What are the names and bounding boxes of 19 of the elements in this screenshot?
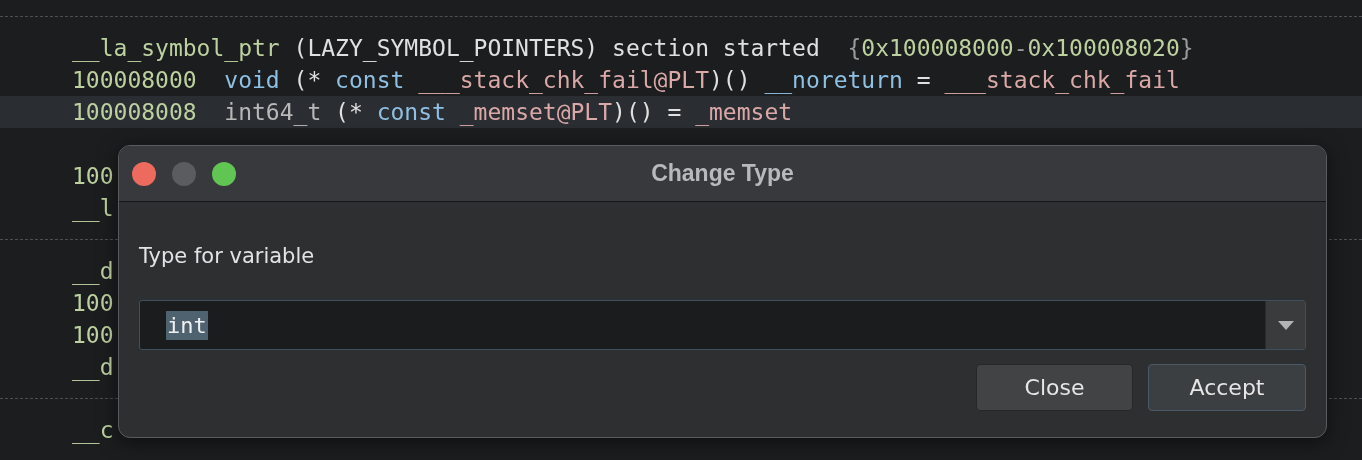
code-line: __d xyxy=(72,354,114,380)
zoom-window-icon[interactable] xyxy=(212,161,236,186)
code-line: 100 xyxy=(72,290,114,316)
close-window-icon[interactable] xyxy=(132,161,156,186)
dialog-title: Change Type xyxy=(651,160,794,187)
close-button[interactable]: Close xyxy=(976,364,1133,411)
code-line: 100008008 int64_t (* const _memset@PLT)() = _memset xyxy=(72,99,793,125)
code-line: 100 xyxy=(72,163,114,189)
code-line: __d xyxy=(72,258,114,284)
accept-button[interactable]: Accept xyxy=(1148,364,1306,411)
type-combo-box[interactable]: int xyxy=(139,300,1306,350)
dropdown-button[interactable] xyxy=(1265,301,1305,349)
code-line: __la_symbol_ptr (LAZY_SYMBOL_POINTERS) section started {0x100008000-0x100008020} xyxy=(72,35,1194,61)
field-label: Type for variable xyxy=(139,244,315,268)
code-line: 100008000 void (* const ___stack_chk_fail@PLT)() __noreturn = ___stack_chk_fail xyxy=(72,67,1180,93)
code-line: __c xyxy=(72,417,114,443)
code-line: 100 xyxy=(72,322,114,348)
code-line: __l xyxy=(72,195,114,221)
caret-icon xyxy=(1277,320,1294,330)
